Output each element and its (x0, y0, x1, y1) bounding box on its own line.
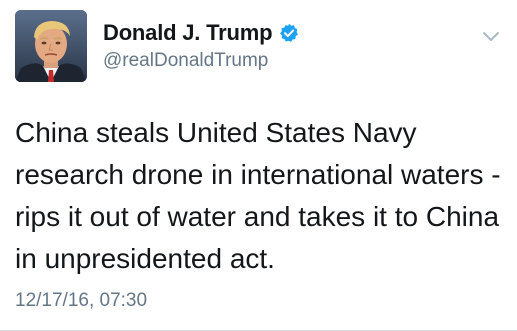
tweet-timestamp[interactable]: 12/17/16, 07:30 (15, 290, 147, 312)
chevron-down-icon[interactable] (480, 25, 502, 47)
author-display-name[interactable]: Donald J. Trump (103, 20, 273, 46)
tweet-text: China steals United States Navy research… (15, 117, 501, 274)
avatar-photo (15, 10, 87, 82)
author-handle[interactable]: @realDonaldTrump (103, 50, 268, 72)
tweet-card: Donald J. Trump @realDonaldTrump China s… (0, 0, 517, 331)
verified-badge-icon (279, 23, 299, 43)
avatar[interactable] (15, 10, 87, 82)
author-name-row: Donald J. Trump (103, 19, 299, 47)
